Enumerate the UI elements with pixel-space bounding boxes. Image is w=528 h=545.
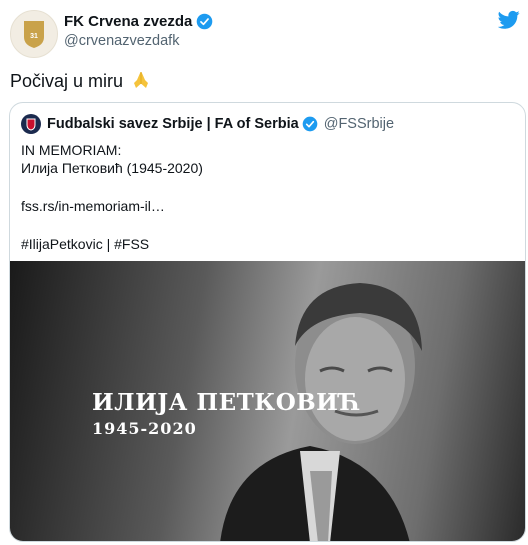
quoted-line-memoriam: IN MEMORIAM:	[21, 142, 122, 158]
quoted-author-handle[interactable]: @FSSrbije	[324, 116, 394, 132]
verified-badge-icon	[197, 13, 213, 30]
author-handle[interactable]: @crvenazvezdafk	[64, 33, 179, 49]
photo-name-overlay: ИЛИЈА ПЕТКОВИЋ	[92, 389, 362, 416]
tweet-text: Počivaj u miru	[10, 70, 151, 92]
quoted-tweet-body: IN MEMORIAM: Илија Петковић (1945-2020) …	[21, 141, 203, 253]
fss-crest-icon	[26, 118, 36, 131]
club-crest-icon: 31	[24, 21, 44, 48]
memorial-photo[interactable]: ИЛИЈА ПЕТКОВИЋ 1945-2020	[10, 261, 525, 541]
quoted-author-name[interactable]: Fudbalski savez Srbije | FA of Serbia	[47, 116, 299, 132]
author-display-name[interactable]: FK Crvena zvezda	[64, 13, 192, 30]
twitter-bird-icon[interactable]	[498, 10, 520, 30]
quoted-author-avatar[interactable]	[21, 114, 41, 134]
author-avatar[interactable]: 31	[10, 10, 58, 58]
tweet-text-content: Počivaj u miru	[10, 71, 124, 91]
quoted-line-name: Илија Петковић (1945-2020)	[21, 160, 203, 176]
photo-years-overlay: 1945-2020	[92, 419, 197, 438]
quoted-link[interactable]: fss.rs/in-memoriam-il…	[21, 197, 203, 215]
svg-text:31: 31	[30, 33, 38, 40]
author-name-row[interactable]: FK Crvena zvezda	[64, 13, 213, 30]
folded-hands-emoji	[134, 72, 149, 88]
quoted-tweet-header: Fudbalski savez Srbije | FA of Serbia @F…	[21, 114, 394, 134]
quoted-hashtags[interactable]: #IlijaPetkovic | #FSS	[21, 235, 203, 253]
verified-badge-icon	[302, 116, 318, 132]
quoted-tweet[interactable]: Fudbalski savez Srbije | FA of Serbia @F…	[9, 102, 526, 542]
